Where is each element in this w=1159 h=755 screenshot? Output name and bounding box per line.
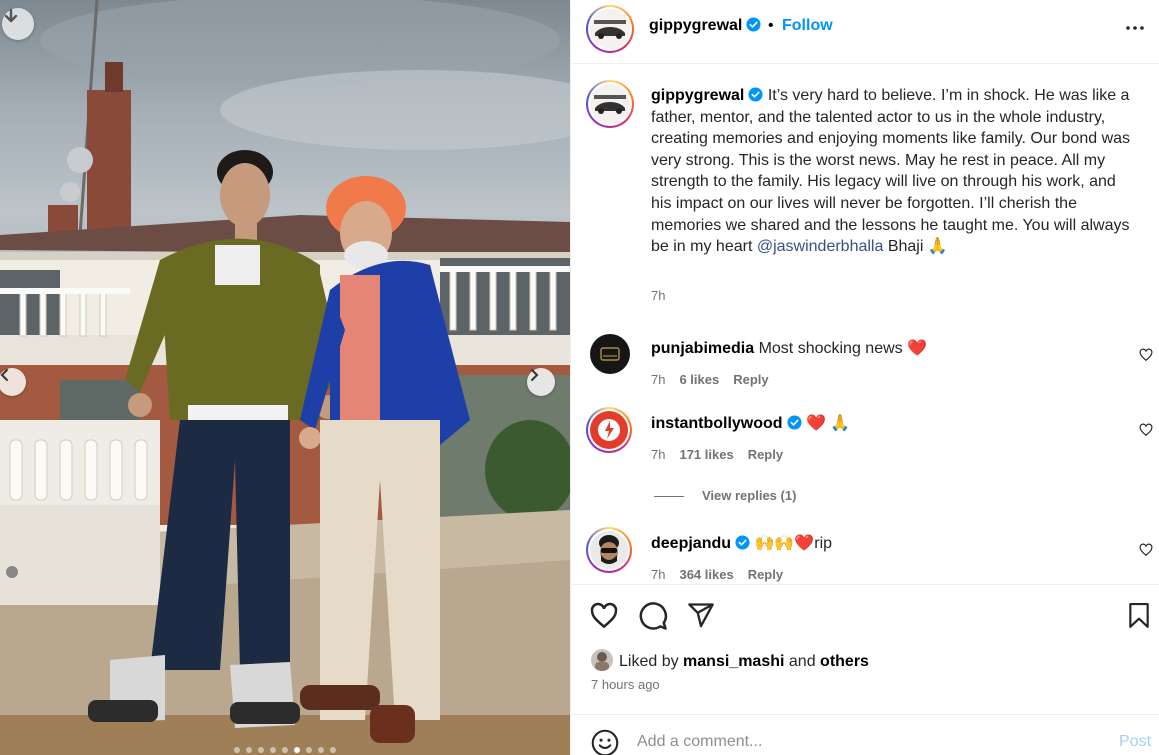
carousel-dot bbox=[306, 747, 312, 753]
emoji-icon[interactable] bbox=[591, 729, 619, 755]
chevron-right-icon bbox=[531, 369, 539, 381]
commenter-username[interactable]: deepjandu bbox=[651, 535, 731, 552]
caption-body: It’s very hard to believe. I’m in shock.… bbox=[651, 87, 1131, 256]
comment-likes[interactable]: 364 likes bbox=[679, 567, 733, 582]
commenter-username[interactable]: instantbollywood bbox=[651, 415, 783, 432]
likes-summary: Liked by mansi_mashi and others bbox=[591, 649, 869, 671]
instantbollywood-logo-icon bbox=[590, 411, 628, 449]
carousel-dot bbox=[294, 747, 300, 753]
comment-meta: 7h 364 likes Reply bbox=[651, 567, 797, 582]
carousel-dot bbox=[318, 747, 324, 753]
comment-likes[interactable]: 6 likes bbox=[679, 372, 719, 387]
comment-text: 🙌🙌❤️rip bbox=[754, 535, 833, 552]
comment-item: instantbollywood ❤️ 🙏 7h 171 likes Reply bbox=[571, 407, 1159, 479]
reply-button[interactable]: Reply bbox=[748, 567, 783, 582]
caption-author-avatar[interactable] bbox=[586, 80, 634, 128]
follow-button[interactable]: Follow bbox=[782, 17, 833, 35]
comment-time: 7h bbox=[651, 567, 666, 582]
verified-icon bbox=[787, 415, 802, 430]
chevron-left-icon bbox=[0, 369, 8, 381]
carousel-dot bbox=[246, 747, 252, 753]
comment-likes[interactable]: 171 likes bbox=[679, 447, 733, 462]
carousel-dot bbox=[234, 747, 240, 753]
comment-input[interactable] bbox=[637, 731, 1087, 753]
likes-and: and bbox=[788, 653, 816, 670]
comment-item: punjabimedia Most shocking news ❤️ 7h 6 l… bbox=[571, 334, 1159, 404]
header-separator: • bbox=[768, 17, 774, 34]
likes-prefix: Liked by bbox=[619, 653, 679, 670]
heart-icon[interactable] bbox=[589, 601, 619, 631]
commenter-avatar[interactable] bbox=[586, 527, 632, 573]
post-side-panel: gippygrewal • Follow gippygrewal It’s ve… bbox=[570, 0, 1159, 755]
comments-list[interactable]: gippygrewal It’s very hard to believe. I… bbox=[571, 64, 1159, 584]
more-icon[interactable] bbox=[1125, 18, 1145, 38]
share-icon[interactable] bbox=[687, 601, 715, 629]
verified-icon bbox=[746, 17, 761, 32]
reply-button[interactable]: Reply bbox=[748, 447, 783, 462]
view-replies-button[interactable]: View replies (1) bbox=[654, 488, 796, 503]
caption-mention-link[interactable]: @jaswinderbhalla bbox=[757, 238, 884, 255]
carousel-dot bbox=[258, 747, 264, 753]
verified-icon bbox=[748, 87, 763, 102]
caption-text: gippygrewal It’s very hard to believe. I… bbox=[651, 85, 1139, 258]
commenter-avatar[interactable] bbox=[590, 334, 630, 374]
commenter-avatar[interactable] bbox=[586, 407, 632, 453]
comment-time: 7h bbox=[651, 447, 666, 462]
add-comment-bar: Post bbox=[571, 714, 1159, 755]
comment-body: deepjandu 🙌🙌❤️rip bbox=[651, 533, 832, 553]
comment-text: Most shocking news ❤️ bbox=[758, 340, 928, 357]
caption-timestamp: 7h bbox=[651, 288, 666, 303]
post-photo[interactable] bbox=[0, 0, 570, 755]
post-actions-bar bbox=[571, 584, 1159, 644]
carousel-dot bbox=[330, 747, 336, 753]
comment-meta: 7h 6 likes Reply bbox=[651, 372, 783, 387]
author-username-link[interactable]: gippygrewal bbox=[649, 17, 761, 35]
view-replies-line bbox=[654, 496, 684, 498]
download-icon bbox=[4, 8, 18, 23]
likes-others-link[interactable]: others bbox=[820, 653, 869, 670]
post-header: gippygrewal • Follow bbox=[571, 0, 1159, 64]
photo-illustration bbox=[0, 0, 570, 755]
caption-end: Bhaji 🙏 bbox=[887, 238, 948, 256]
car-logo-icon bbox=[594, 20, 626, 39]
comment-body: punjabimedia Most shocking news ❤️ bbox=[651, 338, 927, 358]
verified-icon bbox=[735, 535, 750, 550]
comment-text: ❤️ 🙏 bbox=[806, 415, 851, 432]
carousel-dots bbox=[0, 747, 570, 753]
bookmark-icon[interactable] bbox=[1126, 601, 1152, 631]
carousel-dot bbox=[270, 747, 276, 753]
comment-body: instantbollywood ❤️ 🙏 bbox=[651, 413, 850, 433]
post-comment-button[interactable]: Post bbox=[1119, 733, 1151, 751]
commenter-username[interactable]: punjabimedia bbox=[651, 340, 754, 357]
comment-meta: 7h 171 likes Reply bbox=[651, 447, 797, 462]
author-avatar[interactable] bbox=[586, 5, 634, 53]
comment-time: 7h bbox=[651, 372, 666, 387]
reply-button[interactable]: Reply bbox=[733, 372, 768, 387]
comment-item: deepjandu 🙌🙌❤️rip 7h 364 likes Reply bbox=[571, 527, 1159, 584]
post-timestamp: 7 hours ago bbox=[591, 677, 660, 692]
deepjandu-avatar-icon bbox=[590, 531, 628, 569]
carousel-dot bbox=[282, 747, 288, 753]
liker-username[interactable]: mansi_mashi bbox=[683, 653, 784, 670]
caption-username[interactable]: gippygrewal bbox=[651, 87, 744, 104]
liker-avatar[interactable] bbox=[591, 649, 613, 671]
punjabimedia-logo-icon bbox=[590, 334, 630, 374]
heart-icon[interactable] bbox=[1139, 348, 1153, 362]
download-button[interactable] bbox=[2, 8, 34, 40]
heart-icon[interactable] bbox=[1139, 423, 1153, 437]
carousel-next-button[interactable] bbox=[527, 368, 555, 396]
car-logo-icon bbox=[594, 95, 626, 114]
heart-icon[interactable] bbox=[1139, 543, 1153, 557]
comment-icon[interactable] bbox=[638, 601, 668, 631]
